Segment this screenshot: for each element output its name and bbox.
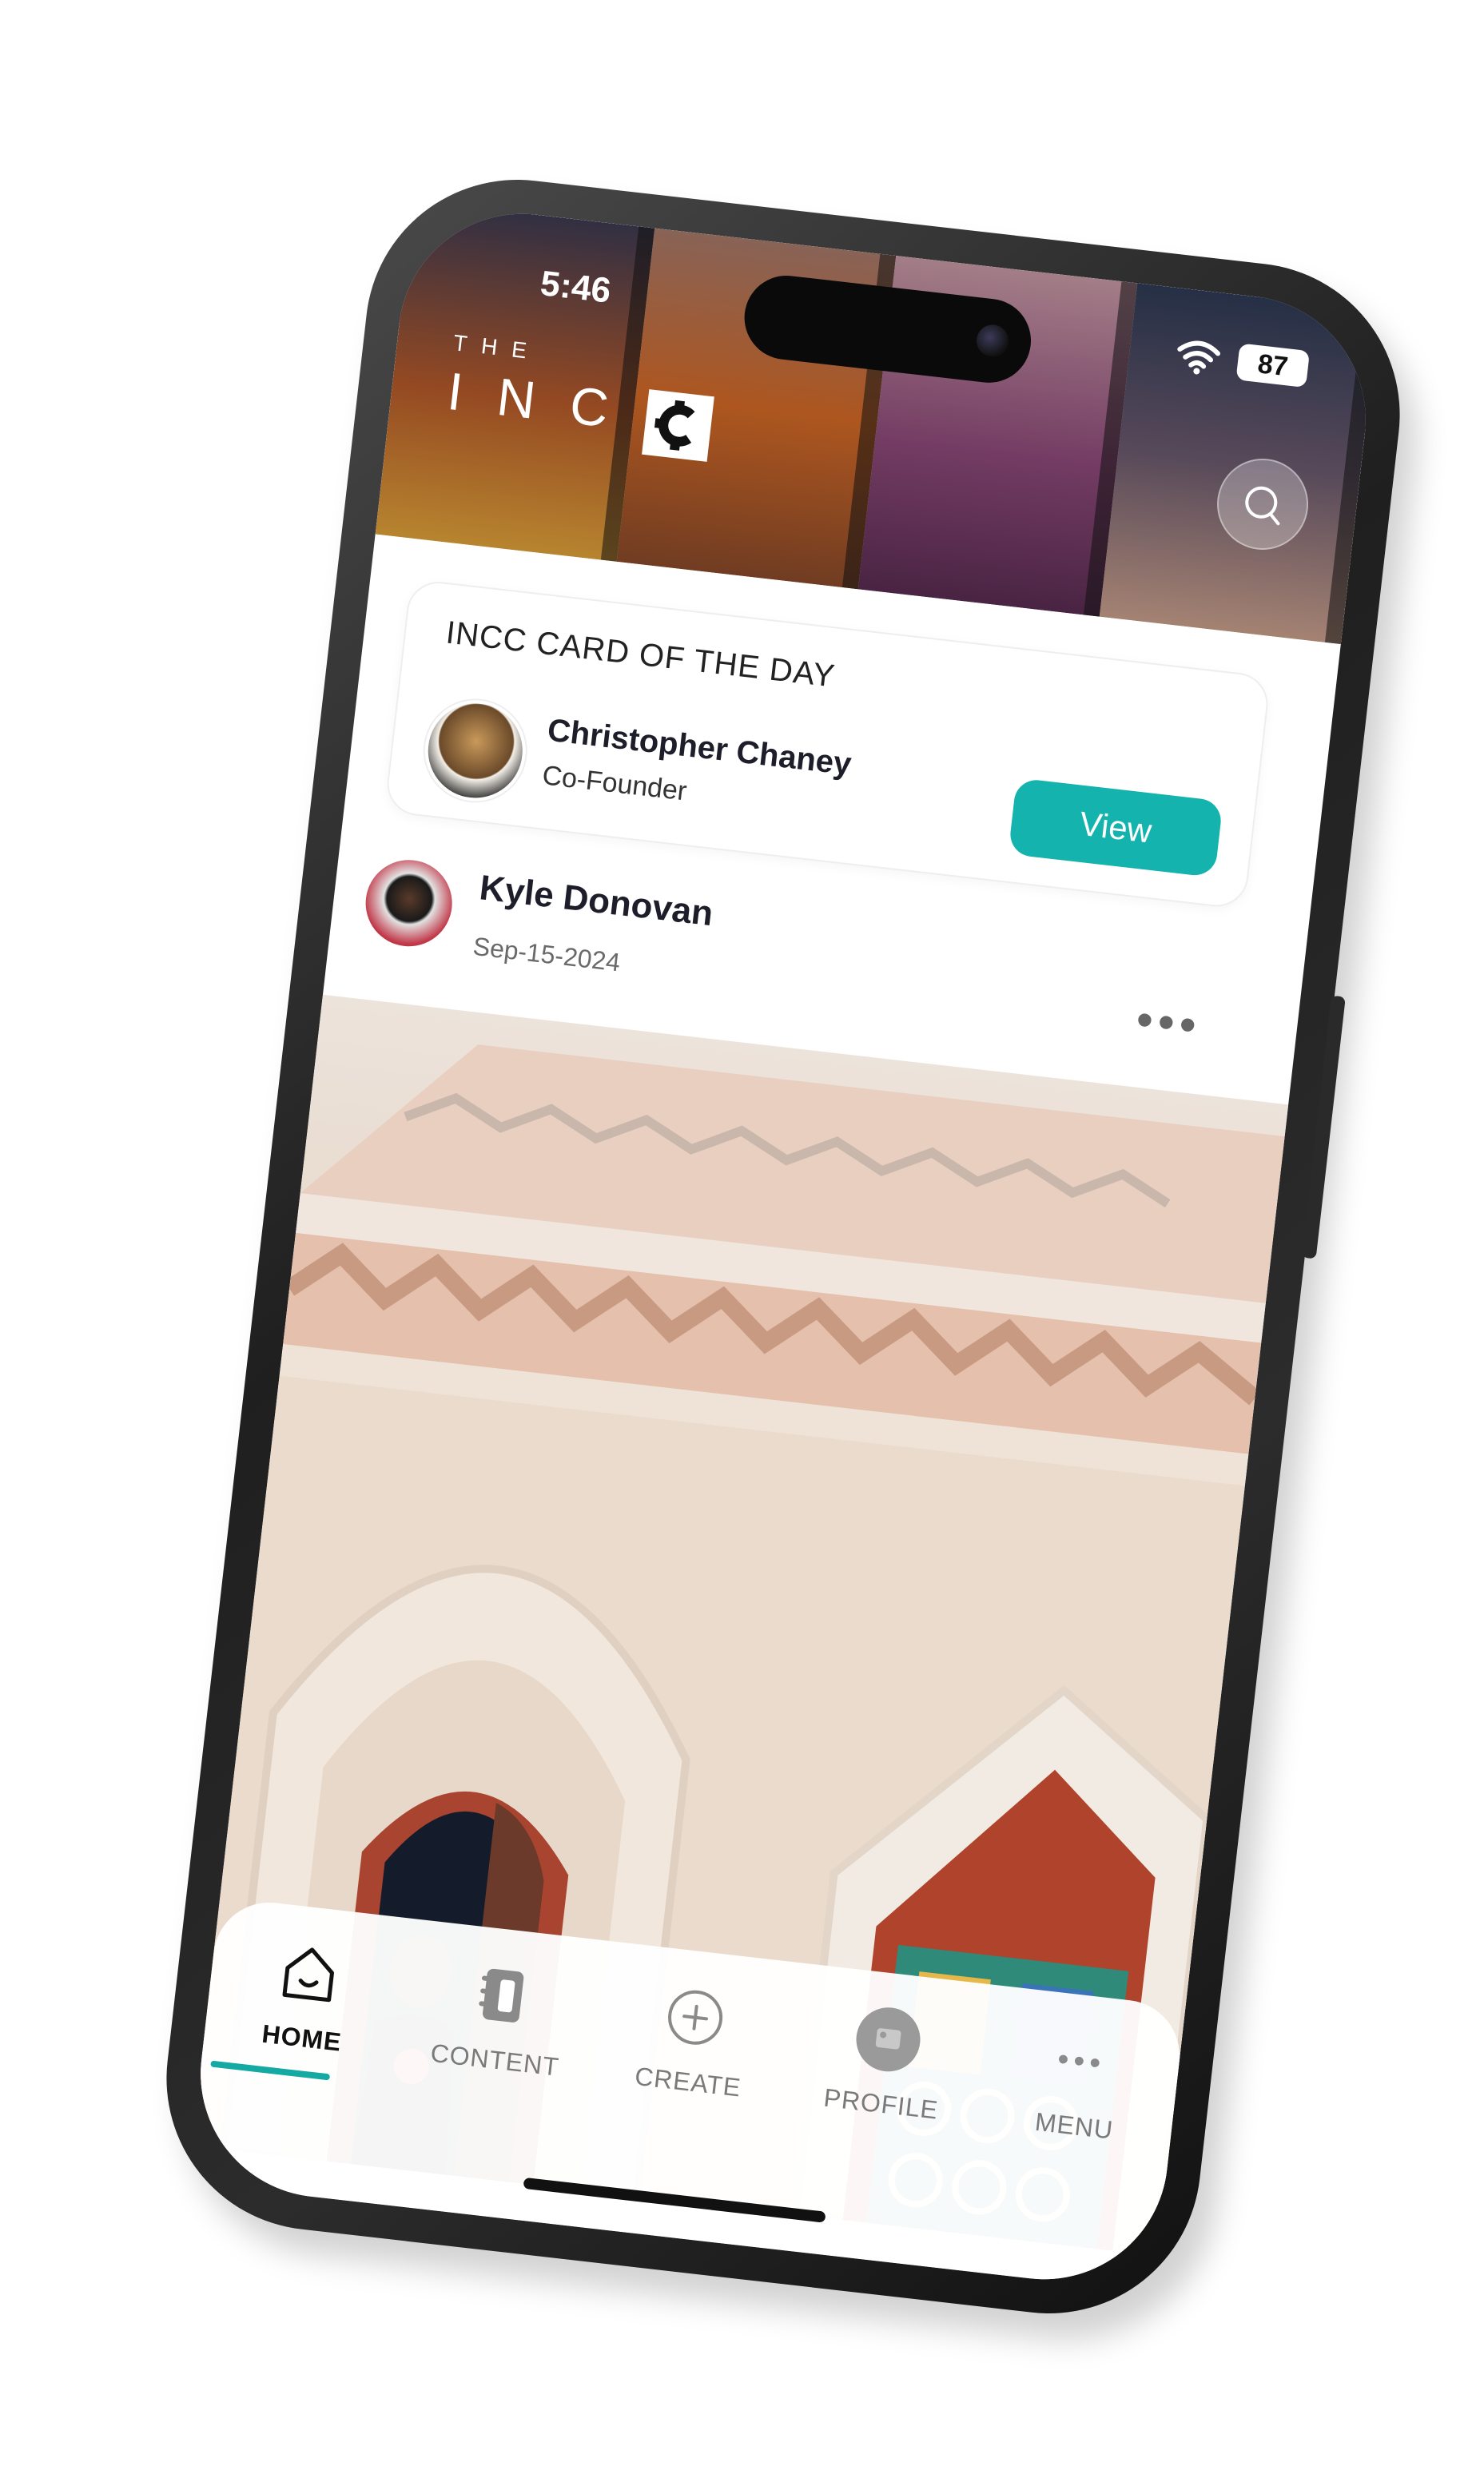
active-tab-indicator bbox=[209, 2060, 330, 2081]
card-of-the-day: INCC CARD OF THE DAY Christopher Chaney … bbox=[384, 578, 1271, 910]
side-button bbox=[1301, 995, 1346, 1259]
nav-label-create: CREATE bbox=[633, 2061, 743, 2102]
view-button[interactable]: View bbox=[1008, 778, 1223, 878]
nav-label-profile: PROFILE bbox=[822, 2082, 941, 2125]
nav-menu[interactable]: ••• MENU bbox=[977, 2019, 1165, 2291]
notebook-icon bbox=[464, 1958, 540, 2034]
status-time: 5:46 bbox=[538, 264, 613, 311]
search-icon bbox=[1245, 486, 1280, 526]
card-title: INCC CARD OF THE DAY bbox=[444, 615, 837, 694]
nav-profile[interactable]: PROFILE bbox=[784, 1996, 972, 2269]
phone-frame: 5:46 87 THE INC INCC CARD OF THE DAY Chr… bbox=[150, 163, 1416, 2330]
battery-indicator: 87 bbox=[1235, 343, 1311, 388]
profile-avatar-icon bbox=[850, 2002, 926, 2078]
post-date: Sep-15-2024 bbox=[471, 931, 622, 977]
post-author-name[interactable]: Kyle Donovan bbox=[478, 868, 715, 934]
logo-mark-icon bbox=[642, 388, 714, 462]
nav-home[interactable]: HOME bbox=[205, 1931, 392, 2203]
nav-label-content: CONTENT bbox=[428, 2038, 561, 2082]
card-person-role: Co-Founder bbox=[540, 760, 689, 807]
avatar[interactable] bbox=[420, 694, 531, 807]
nav-label-menu: MENU bbox=[1033, 2106, 1115, 2145]
post-author-avatar[interactable] bbox=[360, 855, 457, 951]
wifi-icon bbox=[1177, 340, 1221, 375]
more-options-icon[interactable]: ••• bbox=[1133, 992, 1204, 1052]
home-icon bbox=[271, 1935, 347, 2011]
more-dots-icon: ••• bbox=[1056, 2041, 1108, 2082]
camera-icon bbox=[974, 323, 1011, 359]
app-screen: 5:46 87 THE INC INCC CARD OF THE DAY Chr… bbox=[187, 201, 1379, 2293]
plus-circle-icon bbox=[657, 1979, 733, 2055]
nav-label-home: HOME bbox=[260, 2019, 344, 2057]
